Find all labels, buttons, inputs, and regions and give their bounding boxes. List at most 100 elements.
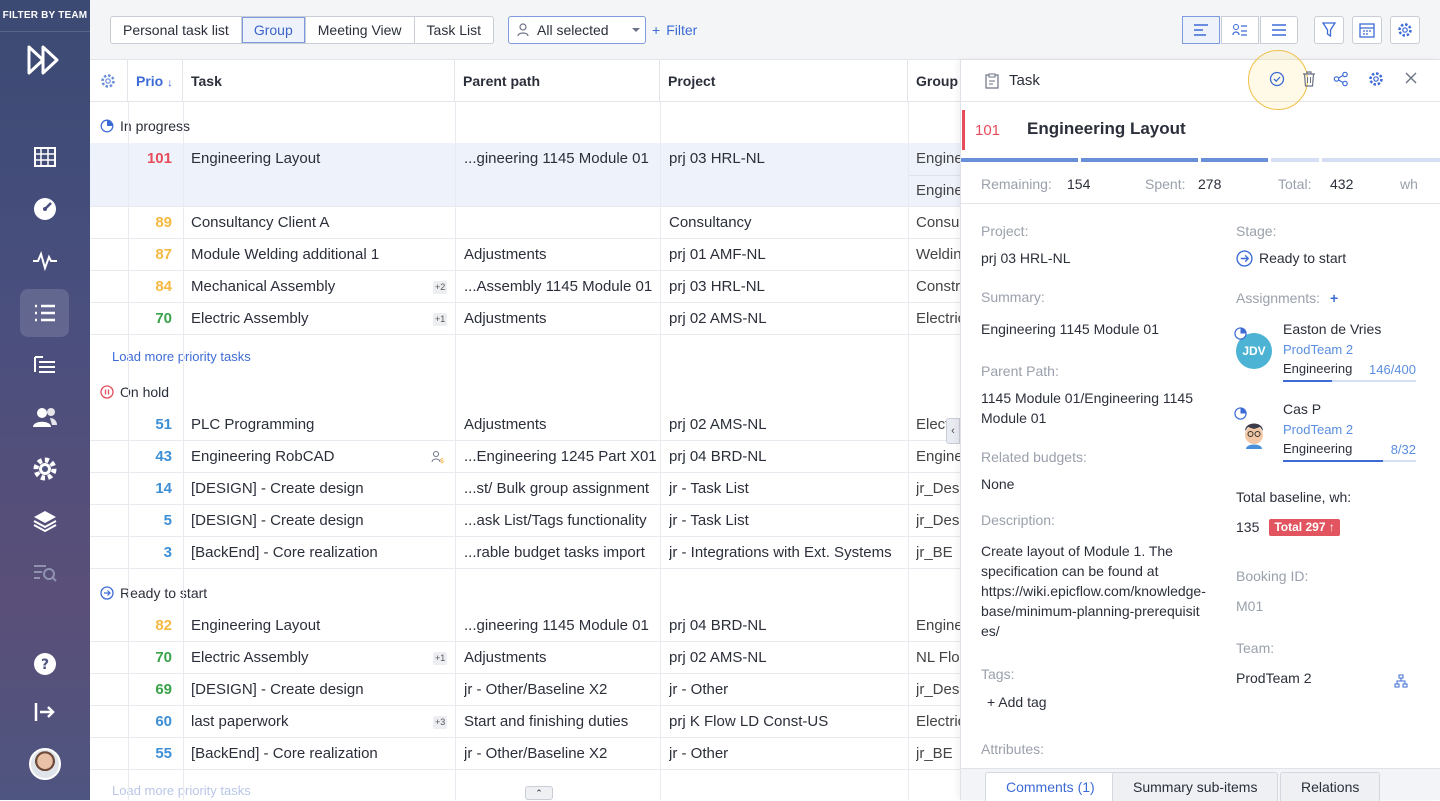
table-row[interactable]: 60 last paperwork Start and finishing duti…: [90, 706, 960, 738]
complete-check-icon[interactable]: [1269, 71, 1285, 87]
stage-selector[interactable]: Ready to start: [1236, 248, 1346, 268]
assignee-team[interactable]: ProdTeam 2: [1283, 422, 1353, 437]
task-name[interactable]: Engineering Layout: [1027, 119, 1186, 139]
analysis-icon[interactable]: [20, 549, 69, 597]
assignee-group: Engineering: [1283, 441, 1353, 456]
row-group: Welding: [916, 246, 960, 263]
table-row[interactable]: 55 [BackEnd] - Core realization jr - Other…: [90, 738, 960, 770]
calendar-button[interactable]: [1352, 16, 1382, 44]
trash-icon[interactable]: [1302, 71, 1316, 87]
total-value: 432: [1330, 176, 1354, 192]
settings-icon[interactable]: [20, 445, 69, 493]
table-row[interactable]: 82 Engineering Layout ...gineering 1145 Mo…: [90, 610, 960, 642]
row-priority: 3: [163, 544, 172, 561]
task-list-icon[interactable]: [20, 289, 69, 337]
column-parent-path[interactable]: Parent path: [455, 60, 660, 102]
table-row[interactable]: 43 Engineering RobCAD ...Engineering 1245 …: [90, 441, 960, 473]
load-more-in-progress[interactable]: Load more priority tasks: [112, 349, 251, 364]
share-icon[interactable]: [1333, 71, 1349, 87]
subtask-count-badge[interactable]: +1: [433, 313, 448, 326]
logout-icon[interactable]: [20, 688, 69, 736]
row-parent-path: ...gineering 1145 Module 01: [464, 617, 649, 634]
row-task-name: Engineering Layout: [191, 150, 321, 167]
row-group: jr_BE: [916, 544, 953, 561]
stage-field: Stage: Ready to start: [1236, 223, 1346, 268]
row-parent-path: ...Engineering 1245 Part X01: [464, 448, 657, 465]
calendar-grid-icon[interactable]: [20, 133, 69, 181]
assignee-view-button[interactable]: [1221, 16, 1259, 44]
subtask-count-badge[interactable]: +2: [433, 281, 448, 294]
tab-relations[interactable]: Relations: [1280, 772, 1381, 801]
hierarchy-icon[interactable]: [1394, 674, 1408, 688]
add-tag-button[interactable]: + Add tag: [981, 692, 1211, 712]
view-personal-task-list[interactable]: Personal task list: [111, 17, 242, 43]
group-on-hold[interactable]: On hold: [90, 377, 169, 407]
table-row[interactable]: 3 [BackEnd] - Core realization ...rable bu…: [90, 537, 960, 569]
logo-icon[interactable]: [27, 44, 63, 76]
table-row[interactable]: 101 Engineering Layout ...gineering 1145 M…: [90, 143, 960, 207]
column-prio[interactable]: Prio ↓: [128, 60, 183, 102]
project-value[interactable]: prj 03 HRL-NL: [981, 248, 1211, 268]
users-icon[interactable]: [20, 393, 69, 441]
pulse-icon[interactable]: [20, 237, 69, 285]
view-group[interactable]: Group: [241, 17, 306, 43]
parent-path-field: Parent Path: 1145 Module 01/Engineering …: [981, 363, 1211, 428]
filter-by-team[interactable]: FILTER BY TEAM: [0, 0, 90, 32]
view-task-list[interactable]: Task List: [415, 17, 493, 43]
column-group[interactable]: Group: [908, 60, 960, 102]
collapse-panel-button[interactable]: ‹: [946, 418, 960, 444]
row-group: jr_BE: [916, 745, 953, 762]
description-link[interactable]: https://wiki.epicflow.com/knowledge-base…: [981, 581, 1206, 641]
table-row[interactable]: 70 Electric Assembly Adjustments prj 02 AMS…: [90, 642, 960, 674]
person-list-icon: [1232, 24, 1247, 36]
table-row[interactable]: 51 PLC Programming Adjustments prj 02 AMS-N…: [90, 409, 960, 441]
scroll-up-button[interactable]: ⌃: [525, 786, 553, 800]
task-detail-panel: Task 101 Engineering Layout Remaining: 1…: [960, 50, 1440, 801]
column-divider: [128, 102, 129, 800]
booking-value[interactable]: M01: [1236, 596, 1308, 616]
subtask-count-badge[interactable]: +1: [433, 652, 448, 665]
table-row[interactable]: 5 [DESIGN] - Create design ...ask List/Tag…: [90, 505, 960, 537]
filter-button[interactable]: + Filter: [652, 22, 697, 38]
user-avatar[interactable]: [29, 748, 61, 780]
budget-user-icon[interactable]: $: [431, 450, 445, 464]
table-row[interactable]: 84 Mechanical Assembly ...Assembly 1145 Mo…: [90, 271, 960, 303]
table-row[interactable]: 69 [DESIGN] - Create design jr - Other/Bas…: [90, 674, 960, 706]
group-ready-to-start[interactable]: Ready to start: [90, 578, 207, 608]
gear-icon[interactable]: [1368, 71, 1384, 87]
description-text[interactable]: Create layout of Module 1. The specifica…: [981, 541, 1206, 581]
table-row[interactable]: 70 Electric Assembly Adjustments prj 02 AMS…: [90, 303, 960, 335]
tab-comments[interactable]: Comments (1): [985, 772, 1116, 801]
table-row[interactable]: 87 Module Welding additional 1 Adjustments…: [90, 239, 960, 271]
close-icon[interactable]: [1404, 71, 1418, 85]
settings-button[interactable]: [1390, 16, 1420, 44]
row-task-name: [DESIGN] - Create design: [191, 681, 364, 698]
panel-title: Task: [1009, 72, 1040, 89]
assignee-team[interactable]: ProdTeam 2: [1283, 342, 1353, 357]
summary-value[interactable]: Engineering 1145 Module 01: [981, 319, 1211, 339]
group-in-progress[interactable]: In progress: [90, 111, 190, 141]
assignee-progress-track: [1283, 380, 1416, 382]
load-more-ready[interactable]: Load more priority tasks: [112, 783, 251, 798]
list-view-button[interactable]: [1260, 16, 1298, 44]
dashboard-icon[interactable]: [20, 185, 69, 233]
tab-summary-sub-items[interactable]: Summary sub-items: [1112, 772, 1279, 801]
row-project: prj 04 BRD-NL: [669, 617, 767, 634]
column-task[interactable]: Task: [183, 60, 455, 102]
help-icon[interactable]: ?: [20, 640, 69, 688]
team-selector[interactable]: All selected: [508, 16, 646, 44]
table-row[interactable]: 14 [DESIGN] - Create design ...st/ Bulk gr…: [90, 473, 960, 505]
layers-icon[interactable]: [20, 497, 69, 545]
tree-list-icon[interactable]: [20, 341, 69, 389]
caret-down-icon: [632, 28, 640, 32]
subtask-count-badge[interactable]: +3: [433, 716, 448, 729]
add-assignment-icon[interactable]: +: [1330, 290, 1338, 306]
row-group: jr_Design: [916, 512, 960, 529]
table-row[interactable]: 89 Consultancy Client A Consultancy Consult…: [90, 207, 960, 239]
view-meeting[interactable]: Meeting View: [306, 17, 415, 43]
column-project[interactable]: Project: [660, 60, 908, 102]
align-left-view-button[interactable]: [1182, 16, 1220, 44]
column-settings-button[interactable]: [90, 60, 128, 102]
row-task-name: Engineering Layout: [191, 617, 321, 634]
filter-funnel-button[interactable]: [1314, 16, 1344, 44]
